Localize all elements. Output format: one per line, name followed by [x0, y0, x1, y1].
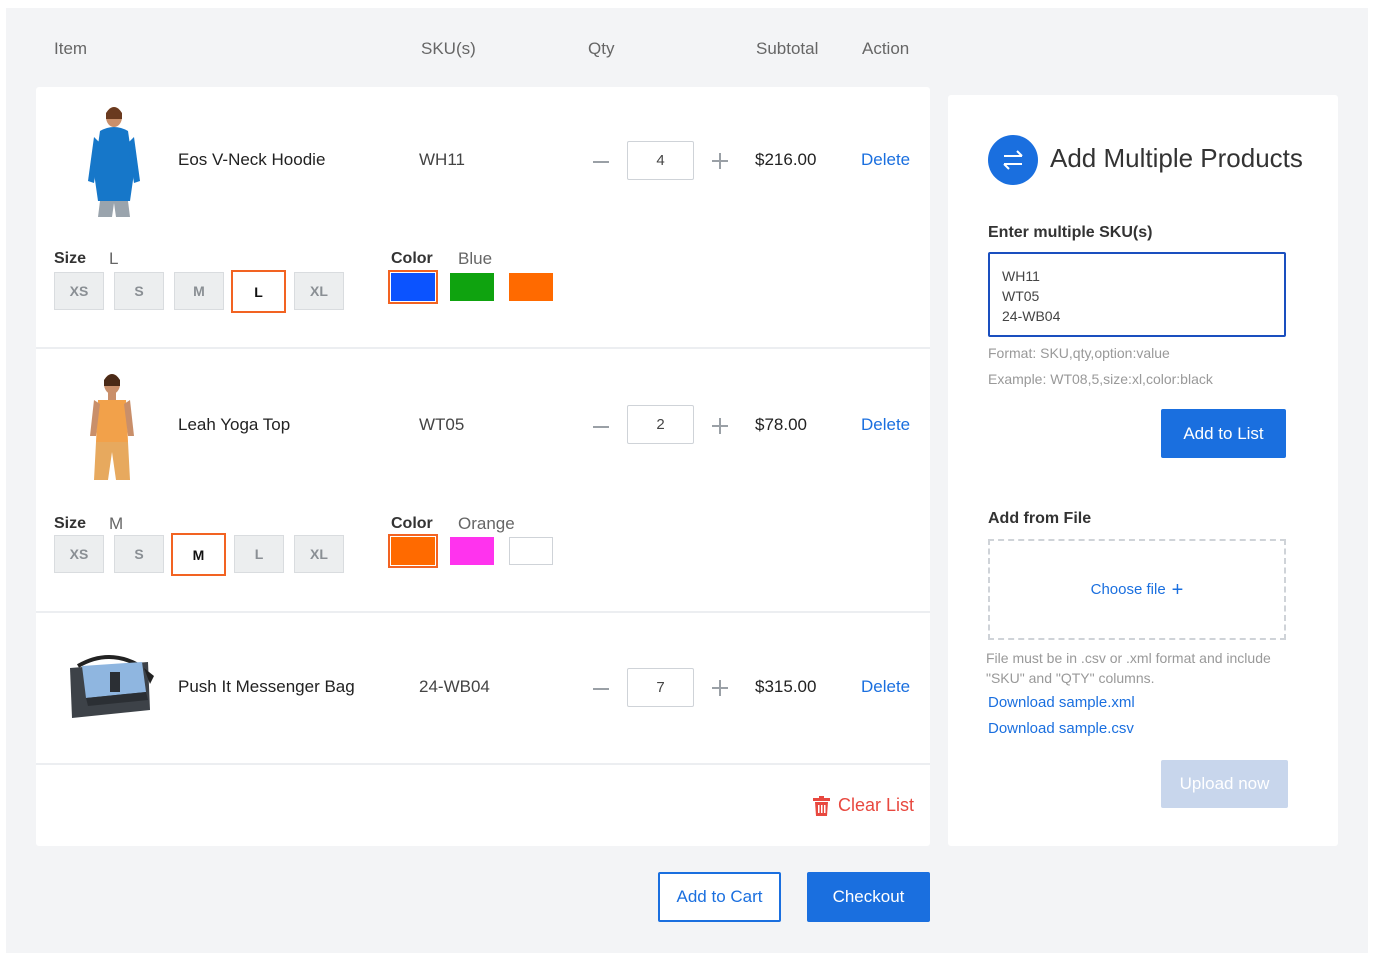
size-label: Size [54, 515, 87, 532]
size-option-s[interactable]: S [114, 535, 164, 573]
color-swatch-orange[interactable] [388, 534, 438, 568]
column-header-subtotal: Subtotal [756, 39, 819, 58]
format-hint: Format: SKU,qty,option:value [988, 345, 1170, 361]
product-subtotal: $216.00 [755, 150, 817, 169]
delete-link[interactable]: Delete [861, 150, 910, 170]
qty-decrease-button[interactable] [593, 688, 609, 690]
row-divider [36, 611, 930, 613]
qty-decrease-button[interactable] [593, 161, 609, 163]
color-swatch-orange[interactable] [506, 270, 556, 304]
orange-yoga-top-product-image [90, 374, 134, 480]
product-name: Leah Yoga Top [178, 415, 291, 434]
panel-title: Add Multiple Products [1050, 143, 1303, 173]
color-swatch-green[interactable] [447, 270, 497, 304]
qty-increase-button[interactable] [712, 153, 728, 169]
qty-decrease-button[interactable] [593, 426, 609, 428]
size-option-l[interactable]: L [231, 270, 286, 313]
checkout-button[interactable]: Checkout [807, 872, 930, 922]
example-hint: Example: WT08,5,size:xl,color:black [988, 371, 1213, 387]
product-sku: WT05 [419, 415, 465, 434]
row-divider [36, 347, 930, 349]
color-value: Blue [458, 249, 493, 268]
download-sample-csv-link[interactable]: Download sample.csv [988, 720, 1134, 737]
qty-input[interactable] [627, 405, 694, 444]
choose-file-label: Choose file [1090, 581, 1166, 598]
qty-increase-button[interactable] [712, 418, 728, 434]
size-value: L [109, 249, 119, 268]
delete-link[interactable]: Delete [861, 415, 910, 435]
product-sku: WH11 [419, 150, 465, 169]
clear-list-label: Clear List [838, 795, 915, 815]
column-header-action: Action [862, 39, 910, 58]
sku-input-label: Enter multiple SKU(s) [988, 224, 1153, 241]
size-option-xs[interactable]: XS [54, 535, 104, 573]
qty-input[interactable] [627, 668, 694, 707]
size-option-l[interactable]: L [234, 535, 284, 573]
size-option-m[interactable]: M [174, 272, 224, 310]
size-option-xl[interactable]: XL [294, 272, 344, 310]
file-format-note: File must be in .csv or .xml format and … [986, 650, 1271, 686]
size-option-s[interactable]: S [114, 272, 164, 310]
qty-increase-button[interactable] [712, 680, 728, 696]
product-name: Push It Messenger Bag [178, 677, 355, 696]
column-header-qty: Qty [588, 39, 615, 58]
color-value: Orange [458, 514, 515, 533]
size-label: Size [54, 250, 87, 267]
color-swatch-blue[interactable] [388, 270, 438, 304]
swap-arrows-icon [988, 135, 1038, 185]
color-label: Color [391, 515, 433, 532]
trash-icon [813, 795, 830, 816]
clear-list-button[interactable]: Clear List [813, 795, 914, 816]
product-subtotal: $315.00 [755, 677, 817, 696]
file-section-label: Add from File [988, 510, 1092, 527]
blue-hoodie-product-image [88, 107, 140, 217]
multiple-sku-input[interactable]: WH11 WT05 24-WB04 [988, 252, 1286, 337]
add-to-list-button[interactable]: Add to List [1161, 409, 1286, 458]
size-option-xs[interactable]: XS [54, 272, 104, 310]
product-subtotal: $78.00 [755, 415, 807, 434]
column-header-item: Item [54, 39, 88, 58]
delete-link[interactable]: Delete [861, 677, 910, 697]
plus-icon: + [1171, 578, 1184, 601]
color-swatch-white[interactable] [506, 534, 556, 568]
size-value: M [109, 514, 124, 533]
file-drop-zone[interactable]: Choose file + [988, 539, 1286, 640]
upload-now-button[interactable]: Upload now [1161, 760, 1288, 808]
add-to-cart-button[interactable]: Add to Cart [658, 872, 781, 922]
row-divider [36, 763, 930, 765]
messenger-bag-product-image [70, 655, 154, 718]
color-swatch-magenta[interactable] [447, 534, 497, 568]
qty-input[interactable] [627, 141, 694, 180]
color-label: Color [391, 250, 433, 267]
product-list-card [36, 87, 930, 846]
product-name: Eos V-Neck Hoodie [178, 150, 326, 169]
product-sku: 24-WB04 [419, 677, 490, 696]
size-option-m[interactable]: M [171, 533, 226, 576]
column-header-skus: SKU(s) [421, 39, 476, 58]
size-option-xl[interactable]: XL [294, 535, 344, 573]
download-sample-xml-link[interactable]: Download sample.xml [988, 694, 1135, 711]
